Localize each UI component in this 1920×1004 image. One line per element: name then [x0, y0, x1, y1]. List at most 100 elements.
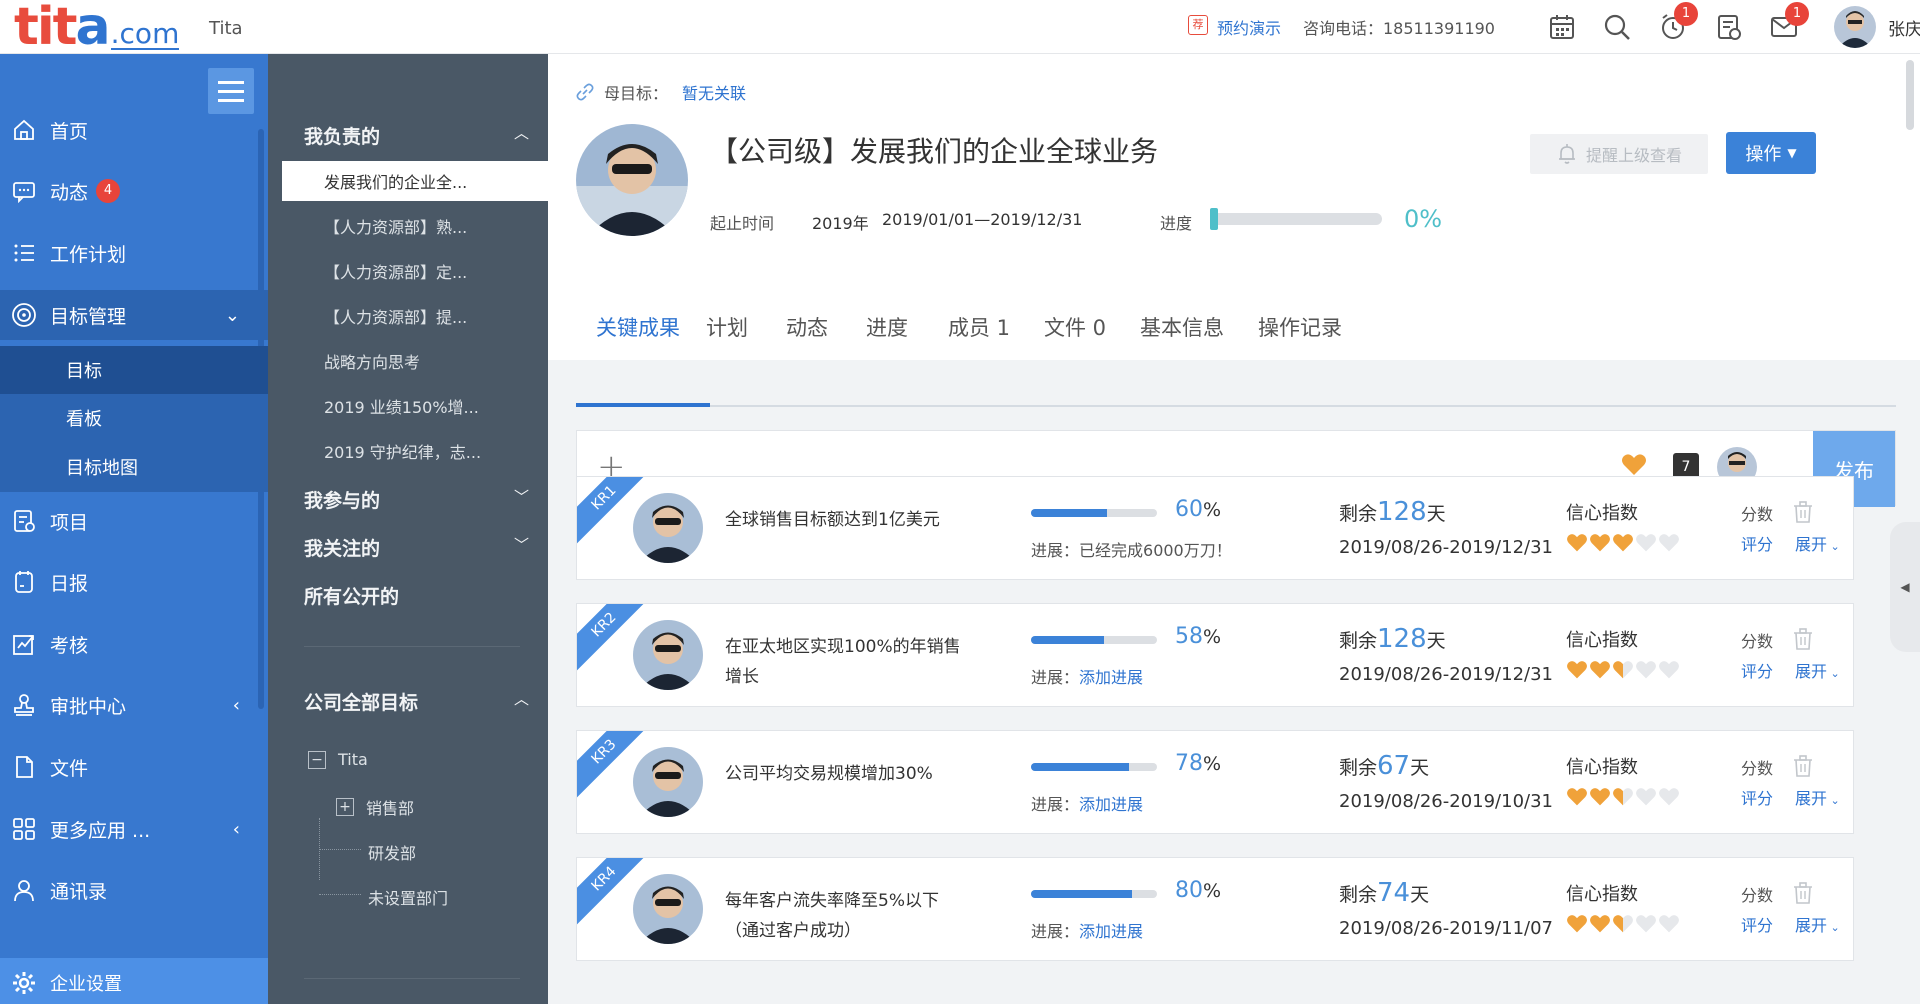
tree-connector	[319, 894, 361, 895]
section-company-goals[interactable]: 公司全部目标 ︿	[304, 688, 529, 715]
nav-item-project[interactable]: 项目	[0, 496, 268, 546]
tree-node-rd[interactable]: 研发部	[368, 840, 416, 864]
section-public[interactable]: 所有公开的	[304, 582, 399, 609]
add-progress-link[interactable]: 添加进展	[1079, 795, 1143, 814]
expand-link[interactable]: 展开 ⌄	[1795, 912, 1840, 936]
confidence-label: 信心指数	[1566, 884, 1638, 905]
approval-icon[interactable]	[1712, 10, 1746, 44]
rate-link[interactable]: 评分	[1741, 785, 1773, 809]
page-scrollbar[interactable]	[1906, 60, 1914, 130]
tree-node-unassigned[interactable]: 未设置部门	[368, 885, 448, 909]
todo-clock-icon[interactable]: 1	[1656, 2, 1698, 44]
nav-item-feed[interactable]: 动态 4	[0, 166, 268, 216]
nav-sub-board[interactable]: 看板	[0, 394, 268, 442]
nav-item-assessment[interactable]: 考核	[0, 619, 268, 669]
mail-icon[interactable]: 1	[1767, 2, 1809, 44]
chart-icon	[10, 630, 38, 658]
progress-track[interactable]	[1210, 213, 1382, 225]
kr-owner-avatar[interactable]	[633, 874, 703, 944]
remind-superior-button[interactable]: 提醒上级查看	[1530, 134, 1708, 174]
kr-title[interactable]: 在亚太地区实现100%的年销售增长	[725, 632, 965, 692]
section-mine[interactable]: 我负责的 ︿	[304, 122, 529, 149]
kr-title[interactable]: 每年客户流失率降至5%以下（通过客户成功）	[725, 886, 965, 946]
nav-sub-goal-map[interactable]: 目标地图	[0, 442, 268, 492]
user-avatar[interactable]	[1834, 6, 1876, 48]
tab-members[interactable]: 成员 1	[948, 312, 1010, 358]
kr-percent[interactable]: 60%	[1175, 497, 1221, 522]
goal-list-item[interactable]: 【人力资源部】提...	[282, 296, 548, 336]
tab-progress[interactable]: 进度	[866, 312, 908, 358]
goal-list-item[interactable]: 2019 业绩150%增...	[282, 386, 548, 426]
goal-list-item[interactable]: 战略方向思考	[282, 341, 548, 381]
progress-slider-handle[interactable]	[1210, 208, 1218, 230]
trash-icon[interactable]	[1793, 501, 1813, 527]
user-name[interactable]: 张庆	[1888, 15, 1920, 40]
tab-basic-info[interactable]: 基本信息	[1140, 312, 1224, 358]
goal-list-item[interactable]: 【人力资源部】熟...	[282, 206, 548, 246]
kr-percent[interactable]: 80%	[1175, 878, 1221, 903]
expand-icon[interactable]: +	[336, 798, 354, 816]
parent-goal-link[interactable]: 暂无关联	[682, 80, 746, 104]
confidence-rating[interactable]	[1566, 533, 1680, 553]
goal-list-item[interactable]: 2019 守护纪律，志...	[282, 431, 548, 471]
confidence-rating[interactable]	[1566, 660, 1680, 680]
confidence-rating[interactable]	[1566, 914, 1680, 934]
enterprise-settings-button[interactable]: 企业设置	[0, 958, 268, 1004]
tab-key-results[interactable]: 关键成果	[596, 312, 680, 358]
owner-avatar[interactable]	[576, 124, 688, 236]
nav-item-contacts[interactable]: 通讯录	[0, 865, 268, 915]
nav-item-approval-center[interactable]: 审批中心 ‹	[0, 680, 268, 730]
trash-icon[interactable]	[1793, 755, 1813, 781]
collapse-icon[interactable]: −	[308, 750, 326, 769]
tab-files[interactable]: 文件 0	[1044, 312, 1106, 358]
nav-item-daily-report[interactable]: 日报	[0, 557, 268, 607]
nav-item-work-plan[interactable]: 工作计划	[0, 228, 268, 278]
right-panel-handle[interactable]: ◀	[1890, 522, 1920, 652]
add-progress-link[interactable]: 添加进展	[1079, 668, 1143, 687]
tab-activity[interactable]: 动态	[786, 312, 828, 358]
rate-link[interactable]: 评分	[1741, 531, 1773, 555]
kr-card[interactable]: KR3 公司平均交易规模增加30% 78% 进展：添加进展 剩余67天 2019…	[576, 730, 1854, 834]
nav-sub-goals[interactable]: 目标	[0, 346, 268, 394]
kr-card[interactable]: KR1 全球销售目标额达到1亿美元 60% 进展：已经完成6000万刀！ 剩余1…	[576, 476, 1854, 580]
nav-item-files[interactable]: 文件	[0, 742, 268, 792]
progress-value: 0%	[1404, 205, 1443, 233]
kr-percent[interactable]: 58%	[1175, 624, 1221, 649]
confidence-rating[interactable]	[1566, 787, 1680, 807]
nav-item-label: 项目	[50, 511, 89, 534]
chevron-down-icon: ⌄	[1827, 540, 1840, 553]
section-joined[interactable]: 我参与的 ﹀	[304, 486, 529, 513]
kr-owner-avatar[interactable]	[633, 493, 703, 563]
expand-link[interactable]: 展开 ⌄	[1795, 785, 1840, 809]
nav-item-more-apps[interactable]: 更多应用 ... ‹	[0, 804, 268, 854]
kr-percent[interactable]: 78%	[1175, 751, 1221, 776]
tree-node-tita[interactable]: − Tita	[308, 750, 368, 769]
expand-link[interactable]: 展开 ⌄	[1795, 658, 1840, 682]
kr-card[interactable]: KR2 在亚太地区实现100%的年销售增长 58% 进展：添加进展 剩余128天…	[576, 603, 1854, 707]
goal-list-item[interactable]: 【人力资源部】定...	[282, 251, 548, 291]
kr-title[interactable]: 公司平均交易规模增加30%	[725, 759, 965, 789]
search-icon[interactable]	[1600, 10, 1634, 44]
kr-owner-avatar[interactable]	[633, 747, 703, 817]
goal-list-item[interactable]: 发展我们的企业全...	[282, 161, 548, 201]
nav-item-goal-management[interactable]: 目标管理 ⌄	[0, 290, 268, 340]
tab-operation-log[interactable]: 操作记录	[1258, 312, 1342, 358]
rate-link[interactable]: 评分	[1741, 658, 1773, 682]
nav-item-home[interactable]: 首页	[0, 105, 268, 155]
kr-title[interactable]: 全球销售目标额达到1亿美元	[725, 505, 965, 535]
nav-item-label: 动态	[50, 181, 89, 204]
kr-card[interactable]: KR4 每年客户流失率降至5%以下（通过客户成功） 80% 进展：添加进展 剩余…	[576, 857, 1854, 961]
add-progress-link[interactable]: 添加进展	[1079, 922, 1143, 941]
demo-link[interactable]: 预约演示	[1217, 15, 1281, 39]
calendar-icon[interactable]	[1545, 10, 1579, 44]
section-followed[interactable]: 我关注的 ﹀	[304, 534, 529, 561]
tab-plan[interactable]: 计划	[706, 312, 748, 358]
expand-link[interactable]: 展开 ⌄	[1795, 531, 1840, 555]
kr-owner-avatar[interactable]	[633, 620, 703, 690]
trash-icon[interactable]	[1793, 628, 1813, 654]
rate-link[interactable]: 评分	[1741, 912, 1773, 936]
tree-node-sales[interactable]: + 销售部	[336, 795, 414, 819]
trash-icon[interactable]	[1793, 882, 1813, 908]
tita-logo[interactable]: tita .com	[14, 1, 180, 53]
operate-button[interactable]: 操作 ▼	[1726, 132, 1816, 174]
